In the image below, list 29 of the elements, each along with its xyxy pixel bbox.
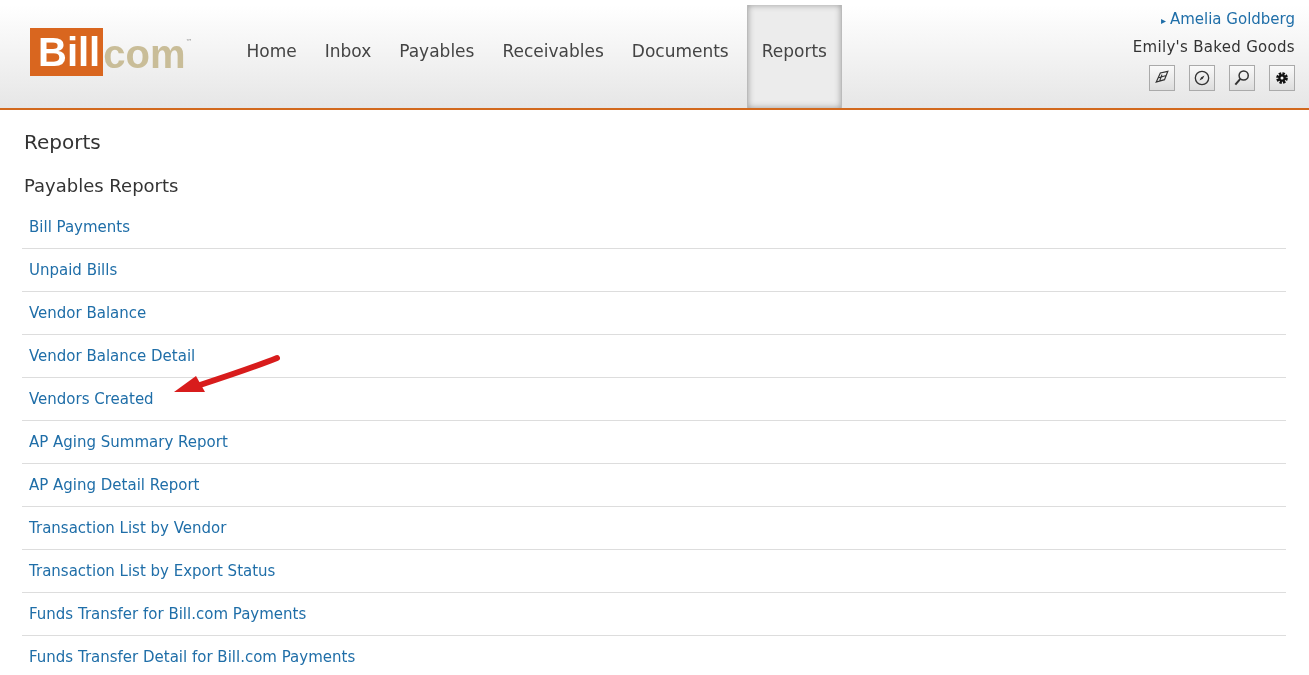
caret-icon: ▸ [1160, 15, 1166, 26]
report-link[interactable]: AP Aging Summary Report [29, 433, 228, 451]
report-link[interactable]: Transaction List by Vendor [29, 519, 227, 537]
user-link[interactable]: Amelia Goldberg [1169, 10, 1295, 28]
report-link[interactable]: Funds Transfer Detail for Bill.com Payments [29, 648, 356, 666]
report-link[interactable]: Vendor Balance [29, 304, 147, 322]
report-link[interactable]: Vendors Created [29, 390, 154, 408]
logo-text: com [103, 31, 186, 78]
report-link[interactable]: Bill Payments [29, 218, 131, 236]
nav-tab[interactable]: Inbox [310, 5, 386, 108]
logo-mark[interactable]: Bill [30, 28, 104, 76]
section-title: Payables Reports [24, 175, 180, 196]
nav-tab[interactable]: Receivables [488, 5, 618, 108]
report-link[interactable]: Vendor Balance Detail [29, 347, 196, 365]
nav-tab[interactable]: Home [232, 5, 311, 108]
search-icon [1232, 68, 1252, 88]
report-link[interactable]: AP Aging Detail Report [29, 476, 200, 494]
report-link[interactable]: Unpaid Bills [29, 261, 118, 279]
company-name: Emily's Baked Goods [1132, 38, 1295, 56]
compass-icon [1192, 68, 1212, 88]
page-title: Reports [24, 130, 102, 154]
compass-button[interactable] [1189, 65, 1215, 91]
nav-tab[interactable]: Documents [617, 5, 743, 108]
report-link[interactable]: Transaction List by Export Status [29, 562, 276, 580]
report-link[interactable]: Funds Transfer for Bill.com Payments [29, 605, 307, 623]
search-button[interactable] [1229, 65, 1255, 91]
nav-tab[interactable]: Reports [746, 5, 842, 108]
settings-button[interactable] [1269, 65, 1295, 91]
nav-tab[interactable]: Payables [385, 5, 489, 108]
